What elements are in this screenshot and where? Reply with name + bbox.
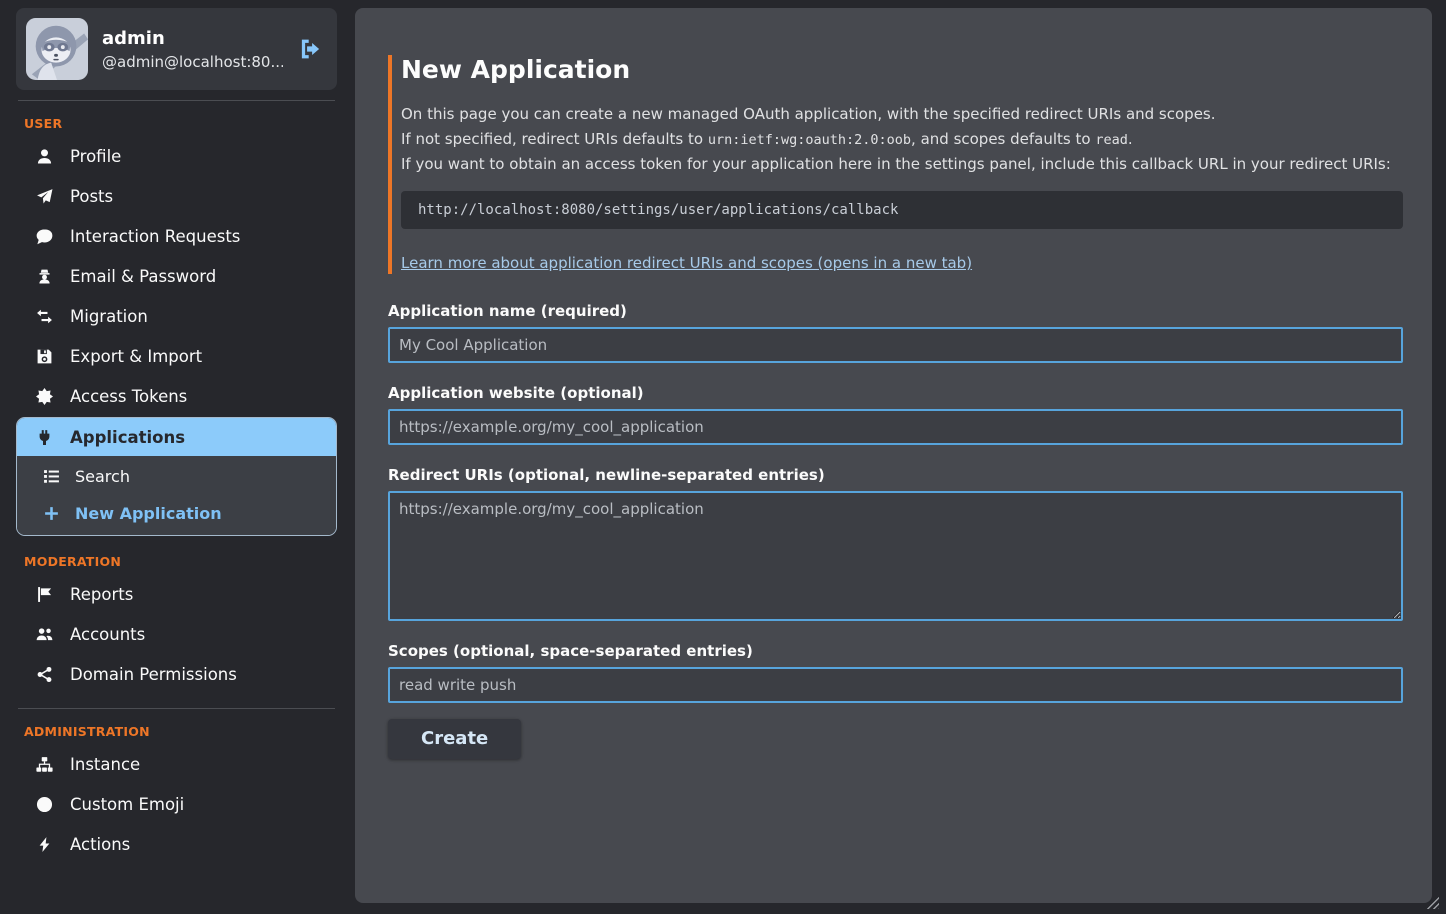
sidebar-item-actions[interactable]: Actions [16, 824, 337, 864]
sidebar-item-label: New Application [75, 504, 222, 523]
sidebar-item-label: Export & Import [70, 347, 202, 366]
sidebar-item-applications-new[interactable]: New Application [17, 495, 336, 532]
sidebar-item-custom-emoji[interactable]: Custom Emoji [16, 784, 337, 824]
create-button[interactable]: Create [388, 719, 521, 759]
intro-line-3: If you want to obtain an access token fo… [401, 152, 1403, 177]
sidebar-item-label: Posts [70, 187, 113, 206]
paper-plane-icon [35, 188, 53, 205]
sidebar-item-migration[interactable]: Migration [16, 296, 337, 336]
main-panel: New Application On this page you can cre… [355, 8, 1432, 903]
sidebar-item-label: Reports [70, 585, 133, 604]
bolt-icon [35, 836, 53, 853]
users-icon [35, 626, 53, 643]
sidebar-item-export-import[interactable]: Export & Import [16, 336, 337, 376]
list-icon [42, 468, 60, 485]
user-name: admin [102, 28, 283, 49]
flag-icon [35, 586, 53, 603]
default-redirect-uri-code: urn:ietf:wg:oauth:2.0:oob [708, 132, 911, 148]
smile-icon [35, 796, 53, 813]
user-icon [35, 148, 53, 165]
sidebar-item-label: Interaction Requests [70, 227, 240, 246]
intro-line-1: On this page you can create a new manage… [401, 102, 1403, 127]
sidebar-item-label: Custom Emoji [70, 795, 184, 814]
sidebar-item-label: Applications [70, 428, 185, 447]
sidebar-item-email-password[interactable]: Email & Password [16, 256, 337, 296]
sidebar-item-profile[interactable]: Profile [16, 136, 337, 176]
user-handle: @admin@localhost:80... [102, 53, 283, 71]
application-name-label: Application name (required) [388, 302, 1403, 320]
scopes-input[interactable] [388, 667, 1403, 703]
redirect-uris-textarea[interactable] [388, 491, 1403, 621]
sidebar-item-posts[interactable]: Posts [16, 176, 337, 216]
sidebar-item-label: Access Tokens [70, 387, 187, 406]
plug-icon [35, 429, 53, 446]
sidebar-item-applications-search[interactable]: Search [17, 458, 336, 495]
plus-icon [42, 505, 60, 522]
application-website-field: Application website (optional) [388, 384, 1403, 445]
user-secret-icon [35, 268, 53, 285]
sidebar-item-applications[interactable]: Applications [17, 418, 336, 456]
user-info: admin @admin@localhost:80... [102, 28, 283, 71]
sidebar-item-label: Search [75, 467, 130, 486]
sitemap-icon [35, 756, 53, 773]
applications-submenu: Search New Application [17, 456, 336, 535]
application-website-label: Application website (optional) [388, 384, 1403, 402]
application-name-field: Application name (required) [388, 302, 1403, 363]
user-avatar [26, 18, 88, 80]
section-header-administration: ADMINISTRATION [16, 709, 337, 744]
scopes-label: Scopes (optional, space-separated entrie… [388, 642, 1403, 660]
page-intro: On this page you can create a new manage… [401, 102, 1403, 177]
user-card[interactable]: admin @admin@localhost:80... [16, 8, 337, 90]
sidebar-item-label: Profile [70, 147, 121, 166]
sidebar-item-interaction-requests[interactable]: Interaction Requests [16, 216, 337, 256]
applications-group: Applications Search New Application [16, 417, 337, 536]
share-nodes-icon [35, 666, 53, 683]
sidebar-item-label: Accounts [70, 625, 145, 644]
redirect-uris-field: Redirect URIs (optional, newline-separat… [388, 466, 1403, 621]
certificate-icon [35, 388, 53, 405]
section-header-moderation: MODERATION [16, 539, 337, 574]
sidebar-item-label: Migration [70, 307, 148, 326]
logout-icon[interactable] [297, 36, 323, 62]
settings-sidebar: admin @admin@localhost:80... USER Profil… [0, 0, 355, 914]
sidebar-item-label: Domain Permissions [70, 665, 237, 684]
sidebar-item-label: Actions [70, 835, 130, 854]
page-header: New Application On this page you can cre… [388, 55, 1403, 274]
sidebar-item-label: Email & Password [70, 267, 216, 286]
scopes-field: Scopes (optional, space-separated entrie… [388, 642, 1403, 703]
application-name-input[interactable] [388, 327, 1403, 363]
learn-more-link[interactable]: Learn more about application redirect UR… [401, 254, 972, 272]
floppy-disk-icon [35, 348, 53, 365]
sidebar-item-access-tokens[interactable]: Access Tokens [16, 376, 337, 416]
sidebar-item-instance[interactable]: Instance [16, 744, 337, 784]
intro-line-2: If not specified, redirect URIs defaults… [401, 127, 1403, 153]
page-title: New Application [401, 55, 1403, 84]
callback-url-code-block: http://localhost:8080/settings/user/appl… [401, 191, 1403, 229]
default-scope-code: read [1095, 132, 1128, 148]
section-header-user: USER [16, 101, 337, 136]
new-application-form: Application name (required) Application … [388, 302, 1403, 759]
redirect-uris-label: Redirect URIs (optional, newline-separat… [388, 466, 1403, 484]
sidebar-item-label: Instance [70, 755, 140, 774]
sidebar-item-reports[interactable]: Reports [16, 574, 337, 614]
sidebar-item-domain-permissions[interactable]: Domain Permissions [16, 654, 337, 694]
comment-dots-icon [35, 228, 53, 245]
application-website-input[interactable] [388, 409, 1403, 445]
sidebar-item-accounts[interactable]: Accounts [16, 614, 337, 654]
arrows-left-right-icon [35, 308, 53, 325]
